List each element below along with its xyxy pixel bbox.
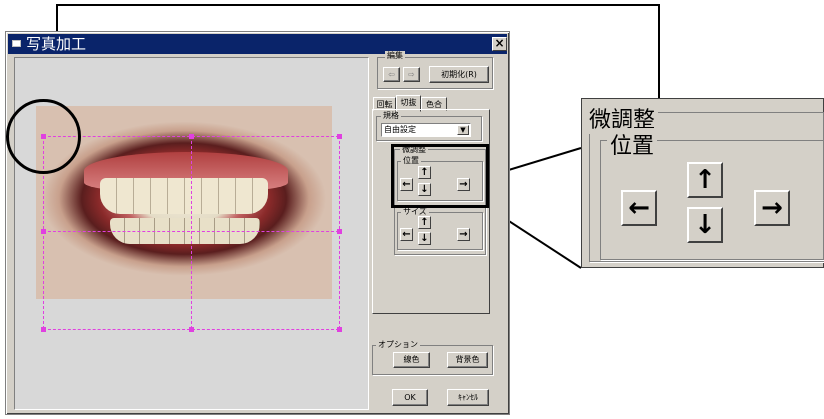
- zoom-left-arrow-button: ←: [621, 190, 657, 226]
- size-down-button[interactable]: ↓: [418, 232, 431, 245]
- window-icon: [12, 40, 21, 47]
- crop-handle[interactable]: [337, 134, 342, 139]
- size-standard-value: 自由設定: [384, 125, 416, 134]
- crop-handle[interactable]: [189, 134, 194, 139]
- crop-handle[interactable]: [189, 327, 194, 332]
- zoom-right-arrow-button: →: [754, 190, 790, 226]
- option-legend: オプション: [376, 340, 420, 350]
- dropdown-arrow-icon[interactable]: ▼: [457, 125, 469, 135]
- size-standard-select[interactable]: 自由設定 ▼: [381, 123, 471, 137]
- edit-group-legend: 編集: [385, 51, 405, 61]
- size-right-button[interactable]: →: [457, 228, 470, 241]
- crop-corner-highlight-circle: [6, 99, 81, 174]
- size-up-button[interactable]: ↑: [418, 216, 431, 229]
- title-bar[interactable]: 写真加工 ×: [8, 34, 507, 54]
- crop-handle[interactable]: [337, 229, 342, 234]
- redo-button[interactable]: ⇨: [403, 67, 420, 82]
- zoom-position-title: 位置: [607, 128, 658, 160]
- crop-guide-center: [191, 136, 192, 329]
- zoom-up-arrow-button: ↑: [687, 162, 723, 198]
- cancel-button[interactable]: ｷｬﾝｾﾙ: [447, 389, 489, 406]
- close-button[interactable]: ×: [492, 37, 507, 51]
- crop-handle[interactable]: [337, 327, 342, 332]
- ok-button[interactable]: OK: [392, 389, 428, 406]
- reset-button[interactable]: 初期化(R): [429, 66, 489, 83]
- fine-adjust-highlight-box: [391, 144, 489, 208]
- size-standard-legend: 規格: [381, 111, 401, 121]
- photo-upper-teeth: [100, 178, 268, 214]
- window-title: 写真加工: [26, 35, 87, 53]
- crop-handle[interactable]: [41, 327, 46, 332]
- zoom-down-arrow-button: ↓: [687, 207, 723, 243]
- size-left-button[interactable]: ←: [400, 228, 413, 241]
- background-color-button[interactable]: 背景色: [447, 352, 488, 368]
- line-color-button[interactable]: 線色: [393, 352, 430, 368]
- undo-button[interactable]: ⇦: [383, 67, 400, 82]
- crop-handle[interactable]: [41, 229, 46, 234]
